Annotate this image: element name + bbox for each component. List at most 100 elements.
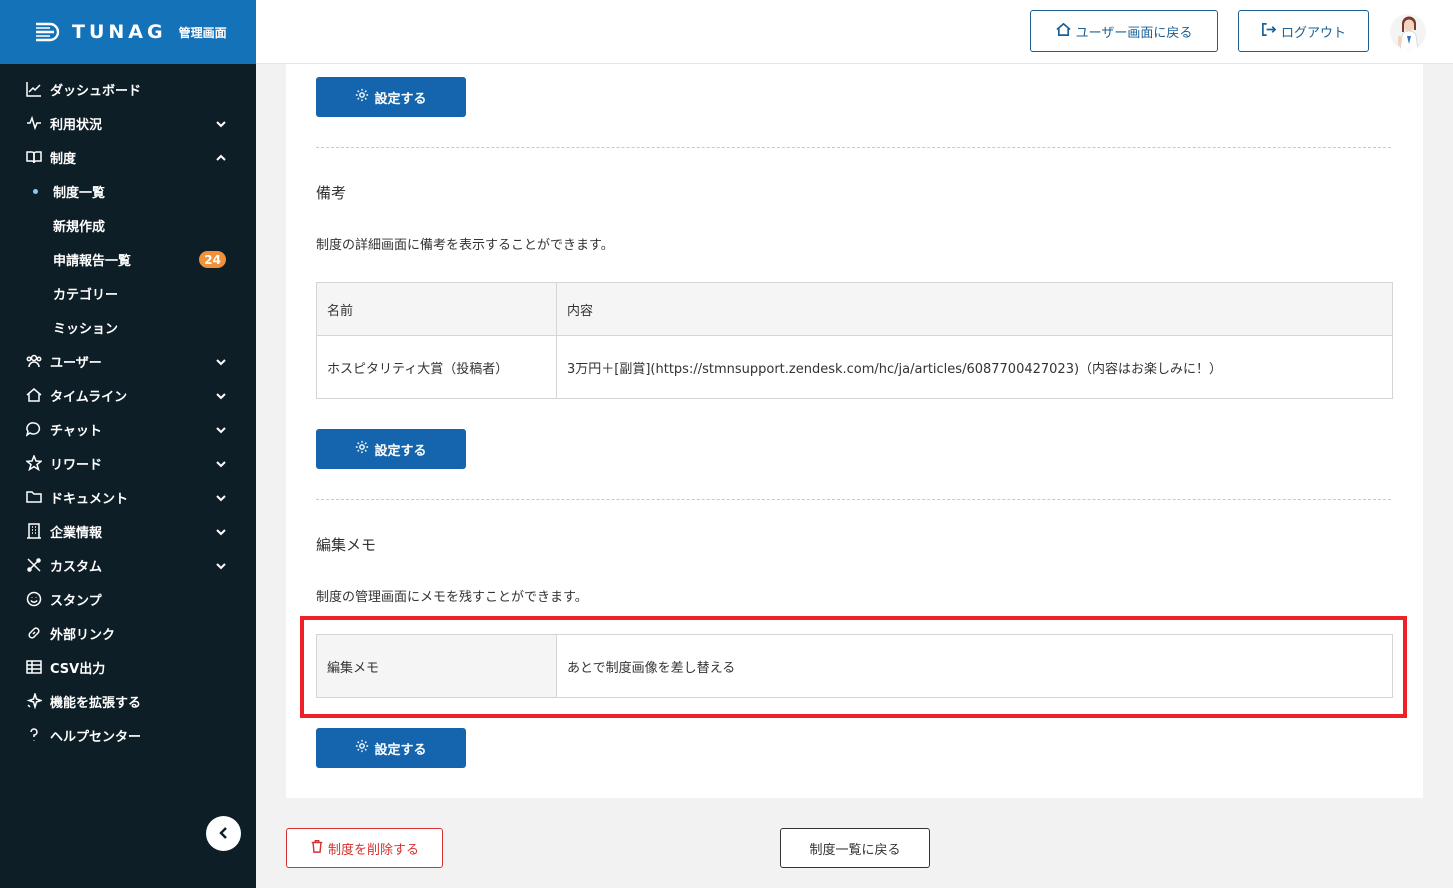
sidebar-subitem-label: 制度一覧 — [53, 185, 106, 201]
sidebar-item-timeline[interactable]: タイムライン — [0, 378, 256, 412]
remarks-description: 制度の詳細画面に備考を表示することができます。 — [316, 238, 614, 253]
logout-button[interactable]: ログアウト — [1238, 10, 1369, 52]
chevron-down-icon — [216, 356, 226, 366]
chevron-down-icon — [216, 560, 226, 570]
settings-button-memo[interactable]: 設定する — [316, 728, 466, 768]
sidebar-item-users[interactable]: ユーザー — [0, 344, 256, 378]
memo-value-cell: あとで制度画像を差し替える — [556, 634, 1393, 698]
gear-icon — [355, 88, 374, 106]
chevron-down-icon — [216, 424, 226, 434]
brand-name: TUNAG — [72, 21, 167, 43]
sidebar-subitem-label: 申請報告一覧 — [53, 253, 132, 269]
settings-button-remarks[interactable]: 設定する — [316, 429, 466, 469]
table-header-row: 名前 内容 — [316, 282, 1393, 336]
sidebar-item-extend[interactable]: 機能を拡張する — [0, 684, 256, 718]
chevron-down-icon — [216, 526, 226, 536]
chevron-left-icon — [218, 824, 230, 843]
user-screen-label: ユーザー画面に戻る — [1075, 25, 1193, 41]
back-label: 制度一覧に戻る — [809, 842, 901, 858]
settings-label: 設定する — [374, 91, 427, 107]
settings-button-top[interactable]: 設定する — [316, 77, 466, 117]
sparkle-icon — [25, 692, 43, 710]
count-badge: 24 — [199, 251, 226, 268]
section-divider — [316, 147, 1391, 148]
chevron-down-icon — [216, 492, 226, 502]
sidebar: TUNAG 管理画面 ダッシュボード 利用状況 制度 制度一覧 新規作成 申請報… — [0, 0, 256, 888]
sidebar-subitem-applications[interactable]: 申請報告一覧 24 — [0, 242, 256, 276]
system-detail-card: 設定する 備考 制度の詳細画面に備考を表示することができます。 名前 内容 ホス… — [286, 64, 1423, 798]
delete-system-button[interactable]: 制度を削除する — [286, 828, 443, 868]
remarks-title: 備考 — [316, 184, 347, 202]
sidebar-item-label: リワード — [50, 457, 103, 473]
sidebar-item-chat[interactable]: チャット — [0, 412, 256, 446]
memo-table: 編集メモ あとで制度画像を差し替える — [316, 634, 1393, 698]
top-header: ユーザー画面に戻る ログアウト — [256, 0, 1453, 64]
brand-subtitle: 管理画面 — [178, 25, 227, 40]
sidebar-item-label: 機能を拡張する — [50, 695, 142, 711]
sidebar-item-csv[interactable]: CSV出力 — [0, 650, 256, 684]
sidebar-item-label: チャット — [50, 423, 102, 439]
home-icon — [25, 386, 43, 404]
table-row: ホスピタリティ大賞（投稿者） 3万円＋[副賞](https://stmnsupp… — [316, 335, 1393, 399]
pulse-icon — [25, 114, 43, 132]
sidebar-item-usage[interactable]: 利用状況 — [0, 106, 256, 140]
sidebar-item-custom[interactable]: カスタム — [0, 548, 256, 582]
memo-label-cell: 編集メモ — [316, 634, 557, 698]
sidebar-item-company[interactable]: 企業情報 — [0, 514, 256, 548]
sidebar-item-label: ダッシュボード — [50, 83, 142, 99]
sidebar-subitem-label: カテゴリー — [53, 287, 119, 303]
star-icon — [25, 454, 43, 472]
remark-content-cell: 3万円＋[副賞](https://stmnsupport.zendesk.com… — [556, 335, 1393, 399]
sidebar-item-label: 利用状況 — [50, 117, 103, 133]
users-icon — [25, 352, 43, 370]
memo-description: 制度の管理画面にメモを残すことができます。 — [316, 590, 588, 605]
folder-icon — [25, 488, 43, 506]
gear-icon — [355, 440, 374, 458]
section-divider — [316, 499, 1391, 500]
table-icon — [25, 658, 43, 676]
brand-header[interactable]: TUNAG 管理画面 — [0, 0, 256, 64]
remark-name-cell: ホスピタリティ大賞（投稿者） — [316, 335, 557, 399]
chevron-up-icon — [216, 152, 226, 162]
settings-label: 設定する — [374, 742, 427, 758]
sidebar-item-label: 外部リンク — [50, 627, 116, 643]
chevron-down-icon — [216, 118, 226, 128]
sidebar-item-label: スタンプ — [50, 593, 102, 609]
sidebar-item-documents[interactable]: ドキュメント — [0, 480, 256, 514]
sidebar-item-label: カスタム — [50, 559, 103, 575]
sidebar-item-label: 企業情報 — [50, 525, 103, 541]
column-header-content: 内容 — [556, 282, 1393, 336]
sidebar-item-label: ユーザー — [50, 355, 102, 371]
logout-label: ログアウト — [1280, 25, 1346, 41]
chat-icon — [25, 420, 43, 438]
sidebar-item-reward[interactable]: リワード — [0, 446, 256, 480]
link-icon — [25, 624, 43, 642]
sidebar-subitem-new[interactable]: 新規作成 — [0, 208, 256, 242]
sidebar-item-label: ヘルプセンター — [50, 729, 142, 745]
sidebar-item-external-link[interactable]: 外部リンク — [0, 616, 256, 650]
user-screen-button[interactable]: ユーザー画面に戻る — [1030, 10, 1218, 52]
sidebar-subitem-system-list[interactable]: 制度一覧 — [0, 174, 256, 208]
sidebar-subitem-category[interactable]: カテゴリー — [0, 276, 256, 310]
building-icon — [25, 522, 43, 540]
sidebar-item-dashboard[interactable]: ダッシュボード — [0, 72, 256, 106]
sidebar-item-label: タイムライン — [50, 389, 128, 405]
sidebar-item-label: ドキュメント — [50, 491, 129, 507]
sidebar-subitem-label: ミッション — [53, 321, 119, 337]
chevron-down-icon — [216, 390, 226, 400]
sidebar-item-stamp[interactable]: スタンプ — [0, 582, 256, 616]
sidebar-collapse-button[interactable] — [206, 816, 241, 851]
sidebar-subitem-mission[interactable]: ミッション — [0, 310, 256, 344]
back-to-list-button[interactable]: 制度一覧に戻る — [780, 828, 930, 868]
gear-icon — [355, 739, 374, 757]
settings-label: 設定する — [374, 443, 427, 459]
sidebar-item-help[interactable]: ヘルプセンター — [0, 718, 256, 752]
avatar[interactable] — [1390, 14, 1426, 50]
trash-icon — [310, 839, 328, 857]
memo-title: 編集メモ — [316, 536, 377, 554]
logout-icon — [1261, 22, 1281, 41]
sidebar-item-system[interactable]: 制度 — [0, 140, 256, 174]
book-icon — [25, 148, 43, 166]
remarks-table: 名前 内容 ホスピタリティ大賞（投稿者） 3万円＋[副賞](https://st… — [316, 282, 1393, 399]
column-header-name: 名前 — [316, 282, 557, 336]
